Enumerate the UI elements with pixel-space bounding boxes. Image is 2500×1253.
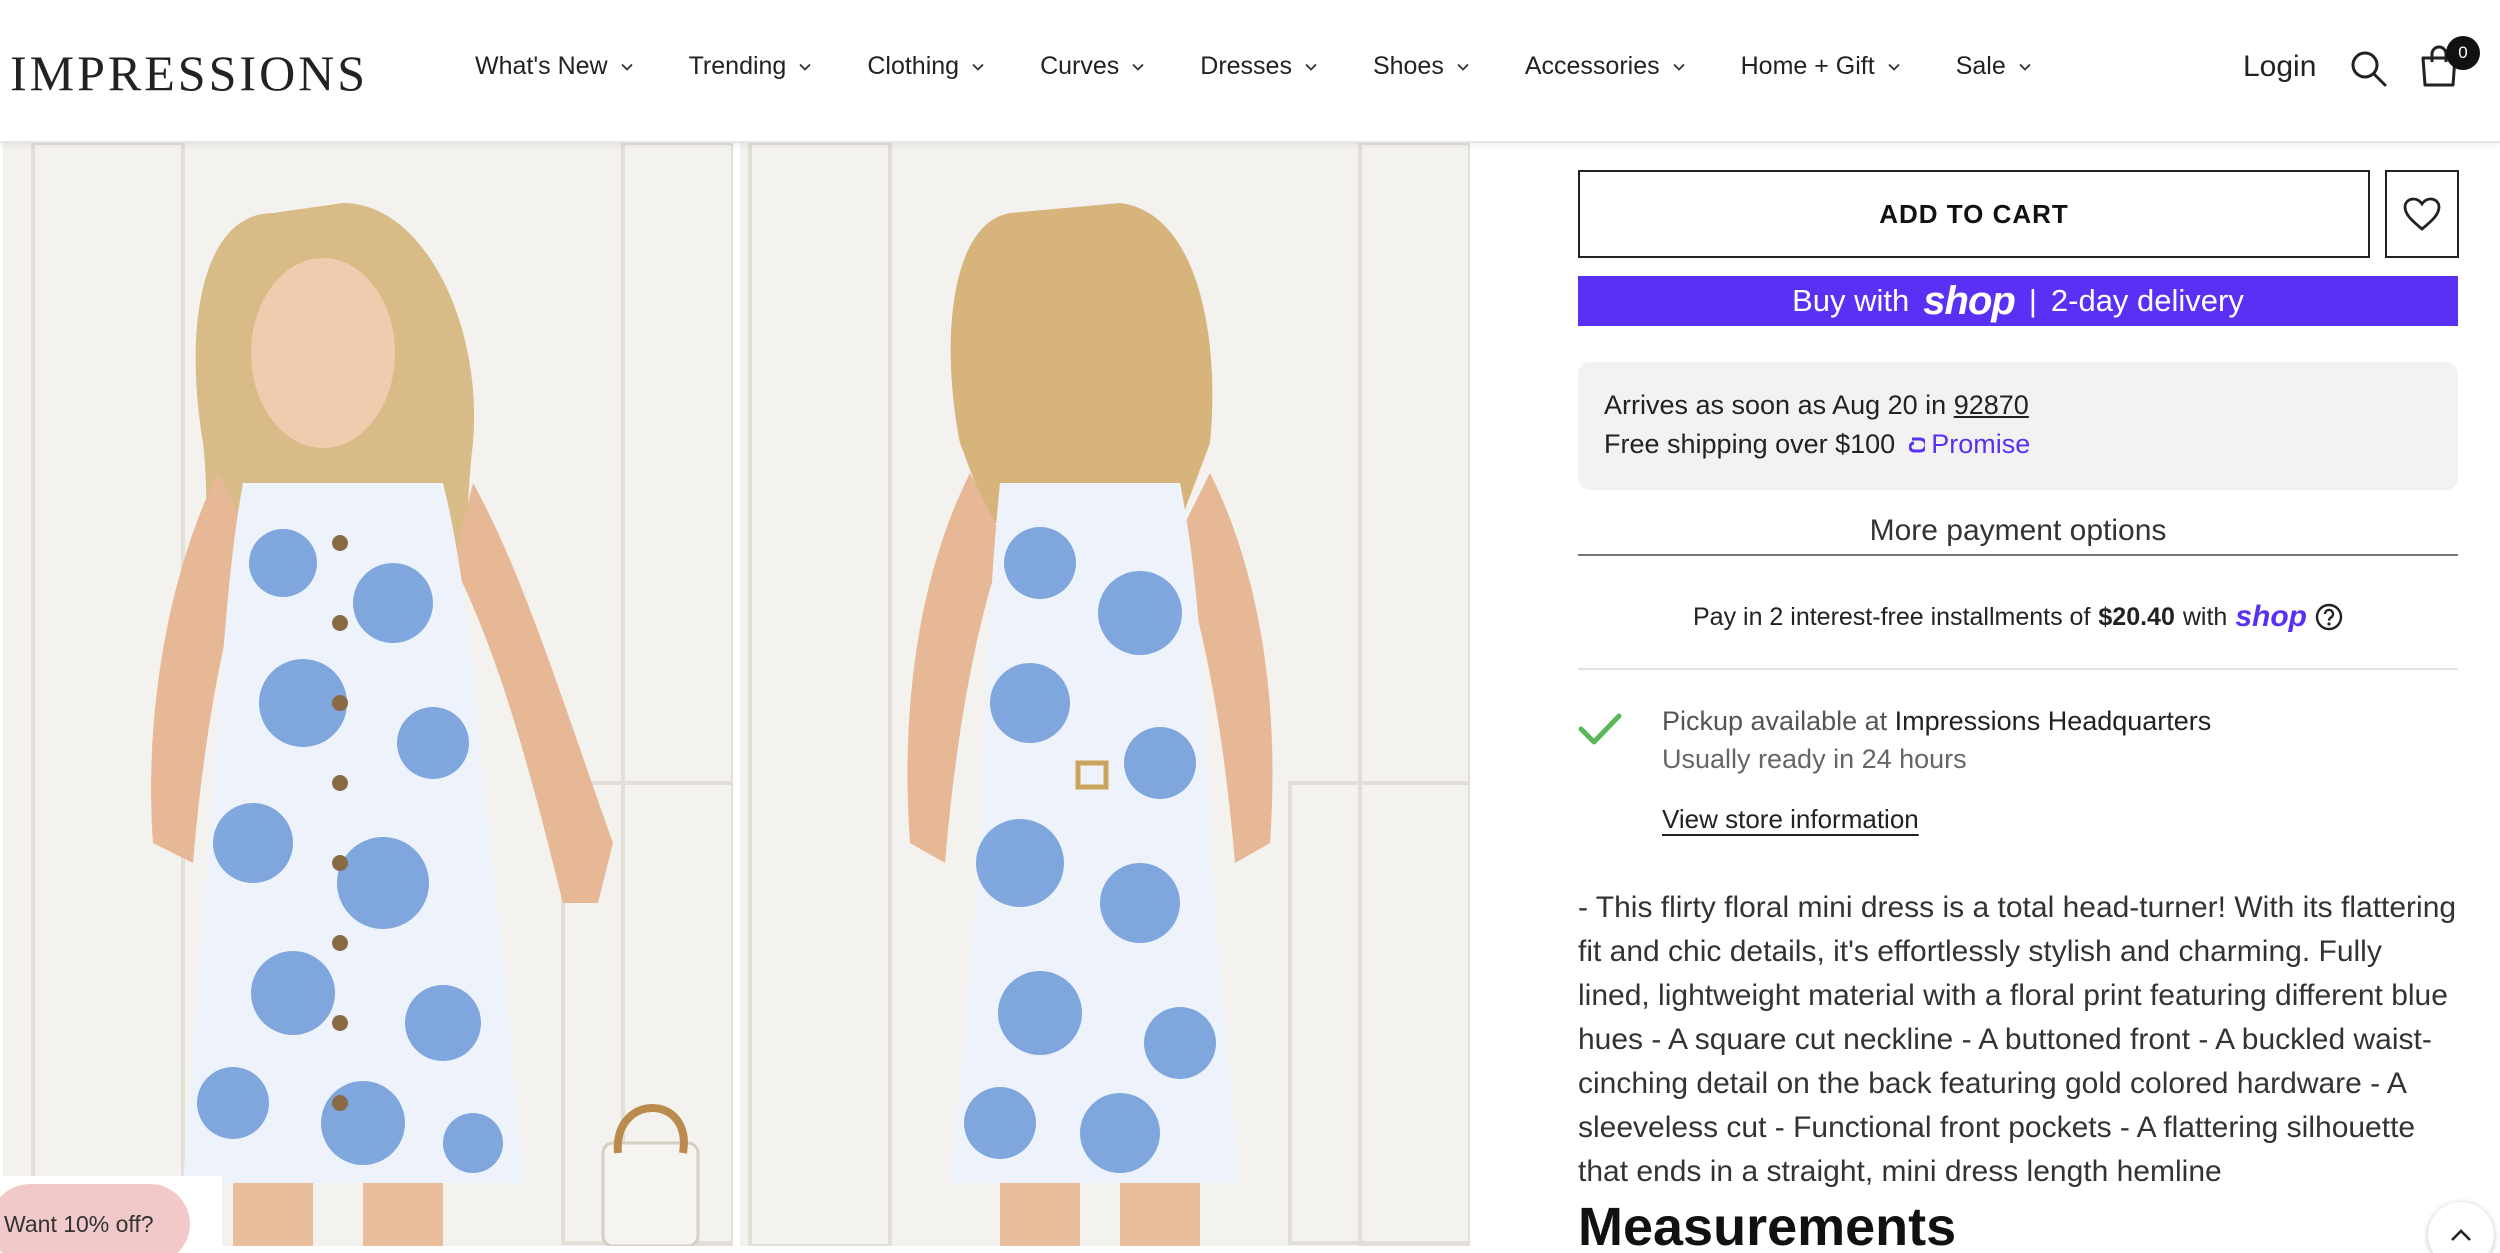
shop-pay-prefix: Buy with	[1792, 283, 1910, 318]
nav-item-home-gift[interactable]: Home + Gift	[1741, 52, 1901, 81]
nav-label: Home + Gift	[1740, 52, 1875, 80]
zip-code-link[interactable]: 92870	[1954, 390, 2029, 420]
scroll-to-top-button[interactable]	[2428, 1202, 2494, 1253]
brand-logo[interactable]: IMPRESSIONS	[10, 44, 368, 102]
shop-pay-small-logo: shop	[2235, 600, 2307, 633]
installments-with: with	[2182, 602, 2228, 631]
login-link[interactable]: Login	[2243, 50, 2316, 84]
help-icon[interactable]	[2315, 603, 2343, 631]
pickup-availability: Pickup available at Impressions Headquar…	[1662, 706, 2211, 737]
dress-front-illustration	[3, 143, 733, 1246]
chevron-down-icon	[1888, 63, 1900, 71]
checkmark-icon	[1578, 713, 1622, 745]
shop-pay-button[interactable]: Buy with shop | 2-day delivery	[1578, 276, 2458, 326]
chevron-up-icon	[2451, 1229, 2471, 1241]
nav-label: Dresses	[1200, 52, 1292, 80]
heart-icon	[2403, 197, 2441, 231]
nav-label: Shoes	[1372, 52, 1444, 80]
installment-amount: $20.40	[2098, 602, 2175, 631]
nav-item-clothing[interactable]: Clothing	[867, 52, 985, 81]
product-image-back[interactable]	[740, 143, 1470, 1246]
shop-pay-logo: shop	[1923, 278, 2016, 323]
chevron-down-icon	[972, 63, 984, 71]
nav-label: Clothing	[867, 52, 960, 80]
nav-item-whats-new[interactable]: What's New	[475, 52, 634, 81]
main-nav: What's New Trending Clothing Curves Dres…	[475, 52, 2087, 81]
free-shipping-text: Free shipping over $100	[1604, 429, 1896, 459]
shop-pay-separator: |	[2028, 283, 2037, 318]
nav-item-sale[interactable]: Sale	[1956, 52, 2032, 81]
product-image-front[interactable]	[3, 143, 733, 1246]
pickup-prefix: Pickup available at	[1662, 706, 1888, 736]
wishlist-button[interactable]	[2385, 170, 2459, 258]
arrives-line: Arrives as soon as Aug 20 in 92870	[1604, 390, 2432, 421]
chevron-down-icon	[799, 63, 811, 71]
promise-label: Promise	[1931, 429, 2031, 459]
measurements-heading: Measurements	[1578, 1197, 1957, 1253]
pickup-ready-time: Usually ready in 24 hours	[1662, 744, 1967, 774]
nav-item-dresses[interactable]: Dresses	[1200, 52, 1318, 81]
arrives-text: Arrives as soon as Aug 20 in	[1604, 390, 1947, 420]
nav-item-trending[interactable]: Trending	[689, 52, 813, 81]
chevron-down-icon	[1457, 63, 1469, 71]
chevron-down-icon	[2019, 63, 2031, 71]
site-header: IMPRESSIONS What's New Trending Clothing…	[0, 0, 2500, 143]
nav-item-shoes[interactable]: Shoes	[1373, 52, 1470, 81]
pickup-store-name: Impressions Headquarters	[1894, 706, 2212, 736]
dress-back-illustration	[740, 143, 1470, 1246]
discount-popup-button[interactable]: Want 10% off?	[0, 1184, 190, 1253]
nav-label: Accessories	[1524, 52, 1660, 80]
promise-icon	[1909, 437, 1926, 452]
product-description: - This flirty floral mini dress is a tot…	[1578, 891, 2457, 1188]
nav-label: Curves	[1040, 52, 1120, 80]
nav-label: What's New	[475, 52, 608, 80]
installments-info: Pay in 2 interest-free installments of $…	[1578, 600, 2458, 634]
chevron-down-icon	[620, 63, 633, 71]
section-divider	[1578, 668, 2458, 670]
chevron-down-icon	[1672, 63, 1685, 71]
more-payment-options-link[interactable]: More payment options	[1578, 514, 2458, 556]
cart-count-badge: 0	[2446, 36, 2480, 70]
chevron-down-icon	[1132, 63, 1144, 71]
search-icon[interactable]	[2348, 48, 2388, 88]
promise-link[interactable]: Promise	[1909, 429, 2030, 460]
nav-label: Trending	[688, 52, 787, 80]
nav-label: Sale	[1955, 52, 2006, 80]
installments-prefix: Pay in 2 interest-free installments of	[1692, 602, 2091, 631]
nav-item-curves[interactable]: Curves	[1040, 52, 1145, 81]
nav-item-accessories[interactable]: Accessories	[1525, 52, 1686, 81]
free-shipping-line: Free shipping over $100 Promise	[1604, 429, 2432, 460]
shop-pay-suffix: 2-day delivery	[2050, 283, 2244, 318]
delivery-estimate-box: Arrives as soon as Aug 20 in 92870 Free …	[1578, 362, 2458, 490]
add-to-cart-button[interactable]: ADD TO CART	[1578, 170, 2370, 258]
chevron-down-icon	[1305, 63, 1317, 71]
view-store-information-link[interactable]: View store information	[1662, 804, 1919, 835]
